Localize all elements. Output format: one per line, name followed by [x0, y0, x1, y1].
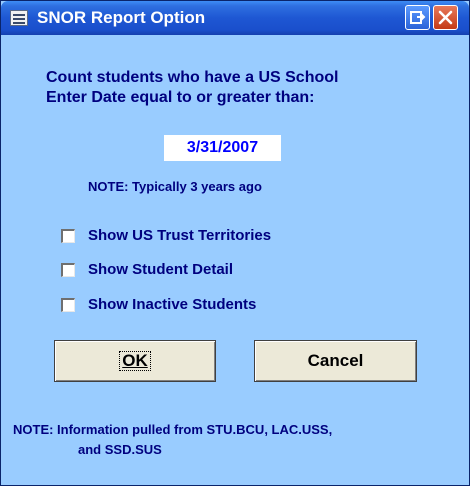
- title-bar[interactable]: SNOR Report Option: [1, 1, 469, 35]
- footer-note-line-2: and SSD.SUS: [78, 442, 162, 457]
- window-title: SNOR Report Option: [37, 8, 206, 27]
- instruction-text: Count students who have a US School Ente…: [46, 68, 426, 108]
- close-button[interactable]: [433, 5, 458, 30]
- cancel-button-label: Cancel: [307, 351, 364, 370]
- show-student-detail-checkbox[interactable]: [61, 263, 75, 277]
- ok-button-label: OK: [119, 351, 151, 371]
- date-note: NOTE: Typically 3 years ago: [88, 179, 262, 194]
- ok-button[interactable]: OK: [54, 340, 216, 382]
- checkbox-label[interactable]: Show Inactive Students: [88, 296, 256, 313]
- instruction-line-2: Enter Date equal to or greater than:: [46, 89, 315, 106]
- footer-note-line-1: NOTE: Information pulled from STU.BCU, L…: [13, 422, 333, 437]
- close-icon: [438, 10, 453, 25]
- show-inactive-students-checkbox[interactable]: [61, 298, 75, 312]
- dialog-window: SNOR Report Option Count students who ha…: [0, 0, 470, 486]
- checkbox-label[interactable]: Show Student Detail: [88, 261, 233, 278]
- dialog-body: Count students who have a US School Ente…: [1, 35, 469, 485]
- restore-button[interactable]: [405, 5, 430, 30]
- checkbox-label[interactable]: Show US Trust Territories: [88, 227, 271, 244]
- instruction-line-1: Count students who have a US School: [46, 69, 339, 86]
- restore-icon: [410, 11, 426, 24]
- cancel-button[interactable]: Cancel: [254, 340, 417, 382]
- form-icon[interactable]: [10, 10, 28, 26]
- show-us-trust-territories-checkbox[interactable]: [61, 229, 75, 243]
- enter-date-input[interactable]: [164, 135, 281, 161]
- footer-note: NOTE: Information pulled from STU.BCU, L…: [13, 420, 463, 460]
